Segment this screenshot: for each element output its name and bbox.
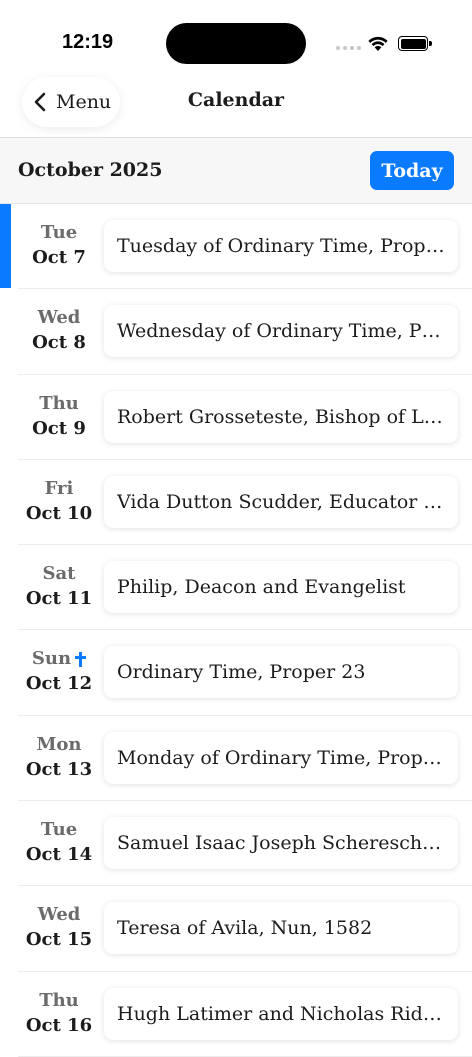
cellular-signal-icon xyxy=(336,46,361,50)
day-row[interactable]: Tue Oct 7 Tuesday of Ordinary Time, Prop… xyxy=(0,204,472,290)
weekday-label: Mon xyxy=(36,733,82,755)
weekday-label: Sun xyxy=(32,647,87,671)
event-card[interactable]: Robert Grosseteste, Bishop of Lincoln, 1… xyxy=(104,390,458,443)
event-card[interactable]: Ordinary Time, Proper 23 xyxy=(104,646,458,699)
month-title: October 2025 xyxy=(18,159,163,181)
event-title: Monday of Ordinary Time, Proper 23 xyxy=(117,746,445,769)
day-row[interactable]: Mon Oct 13 Monday of Ordinary Time, Prop… xyxy=(0,716,472,802)
event-title: Philip, Deacon and Evangelist xyxy=(117,576,406,599)
weekday-label: Sat xyxy=(42,563,76,585)
navigation-bar: Menu Calendar xyxy=(0,72,472,138)
weekday-label: Tue xyxy=(40,222,78,243)
event-card[interactable]: Teresa of Avila, Nun, 1582 xyxy=(104,902,458,955)
date-number: Oct 15 xyxy=(25,929,93,951)
date-number: Oct 11 xyxy=(25,588,93,610)
event-card[interactable]: Philip, Deacon and Evangelist xyxy=(104,561,458,614)
weekday-label: Thu xyxy=(39,392,79,414)
date-label: Thu Oct 9 xyxy=(18,392,100,442)
day-row[interactable]: Wed Oct 8 Wednesday of Ordinary Time, Pr… xyxy=(0,289,472,375)
event-title: Ordinary Time, Proper 23 xyxy=(117,661,366,684)
date-number: Oct 10 xyxy=(25,502,93,524)
event-card[interactable]: Wednesday of Ordinary Time, Proper 22 xyxy=(104,305,458,358)
event-card[interactable]: Monday of Ordinary Time, Proper 23 xyxy=(104,731,458,784)
event-card[interactable]: Hugh Latimer and Nicholas Ridley, Bishop… xyxy=(104,987,458,1040)
date-label: Tue Oct 7 xyxy=(18,221,100,271)
dynamic-island xyxy=(166,23,306,64)
month-header: October 2025 Today xyxy=(0,138,472,204)
day-row[interactable]: Thu Oct 16 Hugh Latimer and Nicholas Rid… xyxy=(0,972,472,1057)
event-card[interactable]: Vida Dutton Scudder, Educator and Witnes… xyxy=(104,475,458,528)
battery-icon xyxy=(398,36,432,51)
day-row[interactable]: Thu Oct 9 Robert Grosseteste, Bishop of … xyxy=(0,375,472,461)
date-label: Wed Oct 8 xyxy=(18,306,100,356)
date-label: Thu Oct 16 xyxy=(18,989,100,1039)
date-number: Oct 16 xyxy=(25,1014,93,1036)
date-number: Oct 12 xyxy=(25,673,93,695)
day-row[interactable]: Fri Oct 10 Vida Dutton Scudder, Educator… xyxy=(0,460,472,546)
date-label: Tue Oct 14 xyxy=(18,818,100,868)
page-title: Calendar xyxy=(187,89,285,111)
selected-day-indicator xyxy=(0,204,11,288)
day-row[interactable]: Tue Oct 14 Samuel Isaac Joseph Scheresch… xyxy=(0,801,472,887)
day-row[interactable]: Sun Oct 12 Ordinary Time, Proper 23 xyxy=(0,630,472,717)
weekday-label: Wed xyxy=(37,307,81,329)
date-label: Wed Oct 15 xyxy=(18,903,100,953)
date-label: Sun Oct 12 xyxy=(18,647,100,697)
event-title: Robert Grosseteste, Bishop of Lincoln, 1… xyxy=(117,405,445,428)
event-title: Wednesday of Ordinary Time, Proper 22 xyxy=(117,320,445,343)
weekday-label: Tue xyxy=(40,819,78,841)
event-card[interactable]: Tuesday of Ordinary Time, Proper 22 xyxy=(104,220,458,272)
date-number: Oct 13 xyxy=(25,758,93,780)
today-button[interactable]: Today xyxy=(370,151,454,190)
date-number: Oct 8 xyxy=(32,332,86,354)
event-title: Teresa of Avila, Nun, 1582 xyxy=(117,917,373,940)
day-row[interactable]: Wed Oct 15 Teresa of Avila, Nun, 1582 xyxy=(0,886,472,972)
weekday-label: Wed xyxy=(37,904,81,926)
event-title: Vida Dutton Scudder, Educator and Witnes… xyxy=(117,490,445,513)
day-list: Tue Oct 7 Tuesday of Ordinary Time, Prop… xyxy=(0,204,472,1057)
date-label: Sat Oct 11 xyxy=(18,562,100,612)
date-number: Oct 14 xyxy=(25,844,93,866)
date-label: Fri Oct 10 xyxy=(18,477,100,527)
event-title: Tuesday of Ordinary Time, Proper 22 xyxy=(117,235,445,257)
event-card[interactable]: Samuel Isaac Joseph Schereschewsky, Bish… xyxy=(104,817,458,870)
weekday-label: Thu xyxy=(39,989,79,1011)
weekday-label: Fri xyxy=(44,477,74,499)
day-row[interactable]: Sat Oct 11 Philip, Deacon and Evangelist xyxy=(0,545,472,631)
date-label: Mon Oct 13 xyxy=(18,733,100,783)
cross-icon xyxy=(75,651,87,667)
status-bar: 12:19 xyxy=(0,0,472,72)
date-number: Oct 9 xyxy=(32,417,86,439)
event-title: Hugh Latimer and Nicholas Ridley, Bishop… xyxy=(117,1002,445,1025)
status-time: 12:19 xyxy=(62,31,114,53)
event-title: Samuel Isaac Joseph Schereschewsky, Bish… xyxy=(117,832,445,855)
wifi-icon xyxy=(368,36,388,51)
date-number: Oct 7 xyxy=(32,247,86,268)
